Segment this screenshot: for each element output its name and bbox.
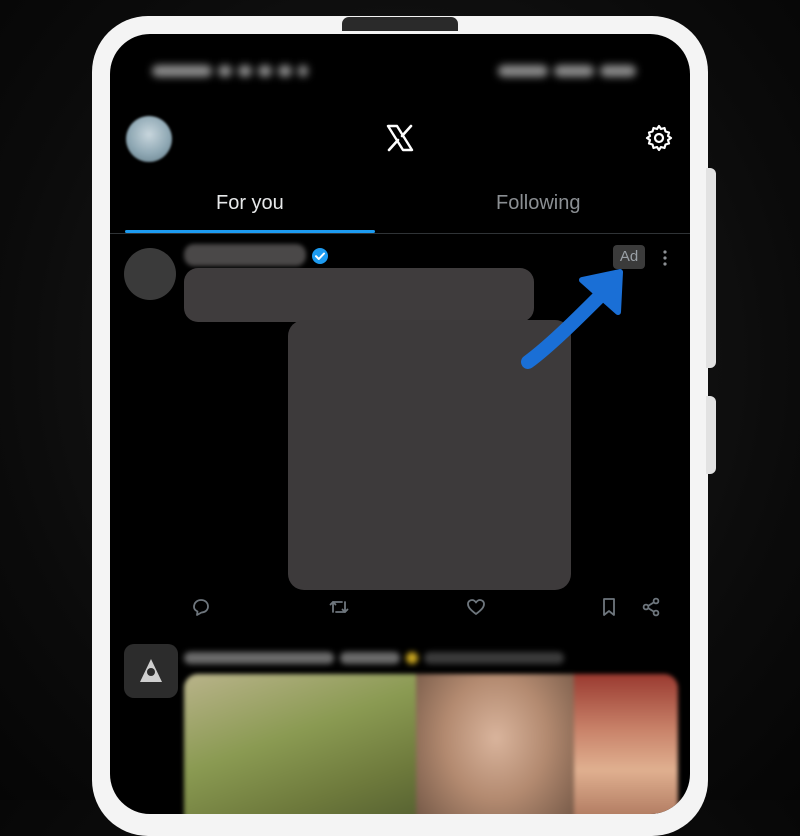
verified-badge-icon <box>312 248 328 264</box>
phone-notch <box>342 17 458 31</box>
more-options-icon[interactable] <box>659 248 671 268</box>
post-text-redacted[interactable] <box>184 268 534 322</box>
annotation-arrow <box>521 269 623 369</box>
media-image-right <box>574 674 678 814</box>
media-image-left <box>184 674 424 814</box>
x-logo[interactable] <box>385 123 415 153</box>
app-screen: For you Following Ad <box>110 34 690 814</box>
post-author-name-redacted[interactable] <box>184 244 306 266</box>
status-bar-right <box>498 62 648 80</box>
bookmark-icon[interactable] <box>598 596 620 618</box>
tab-following[interactable]: Following <box>496 192 580 215</box>
tab-for-you[interactable]: For you <box>216 192 284 215</box>
power-button <box>706 396 716 474</box>
volume-button <box>706 168 716 368</box>
share-icon[interactable] <box>640 596 662 618</box>
profile-avatar[interactable] <box>126 116 172 162</box>
second-post-header-redacted[interactable] <box>184 649 584 664</box>
second-post-media[interactable] <box>184 674 678 814</box>
like-icon[interactable] <box>465 596 487 618</box>
media-image-middle <box>416 674 576 814</box>
second-post-avatar-icon <box>140 659 162 682</box>
reply-icon[interactable] <box>190 596 212 618</box>
tab-divider <box>110 233 690 234</box>
gear-icon[interactable] <box>645 124 673 152</box>
repost-icon[interactable] <box>328 596 350 618</box>
status-bar-left <box>152 62 362 80</box>
post-actions <box>110 596 690 622</box>
post-author-avatar[interactable] <box>124 248 176 300</box>
